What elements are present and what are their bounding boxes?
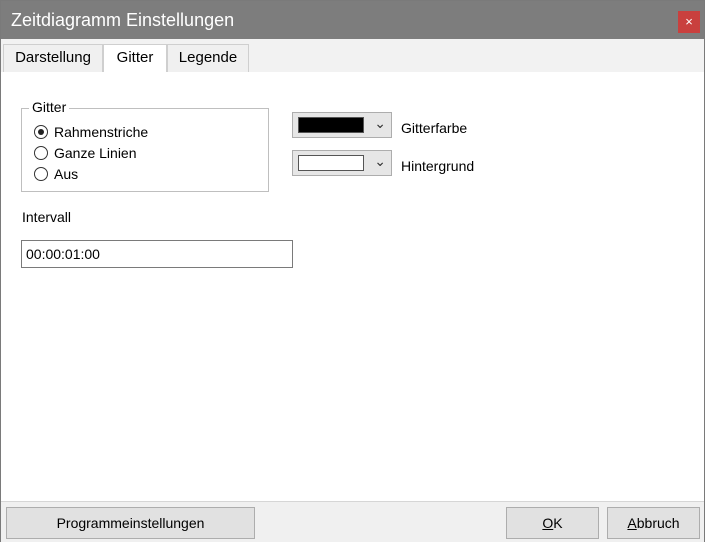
ok-label-rest: K (553, 515, 563, 531)
tab-strip: Darstellung Gitter Legende (1, 39, 704, 73)
interval-input[interactable]: 00:00:01:00 (21, 240, 293, 268)
title-bar: Zeitdiagramm Einstellungen × (1, 1, 704, 39)
dialog-footer: Programmeinstellungen OK Abbruch (1, 501, 704, 542)
radio-label: Aus (54, 166, 79, 182)
ok-button[interactable]: OK (506, 507, 599, 539)
radio-button[interactable] (34, 146, 48, 160)
grid-color-dropdown[interactable]: ⌄ (292, 112, 392, 138)
radio-aus[interactable]: Aus (34, 164, 78, 184)
grid-group-legend: Gitter (29, 99, 70, 115)
background-color-swatch (298, 155, 364, 171)
settings-dialog: Zeitdiagramm Einstellungen × Darstellung… (0, 0, 705, 542)
background-color-label: Hintergrund (401, 158, 475, 174)
grid-color-label: Gitterfarbe (401, 120, 468, 136)
program-settings-button[interactable]: Programmeinstellungen (6, 507, 255, 539)
grid-group: Gitter Rahmenstriche Ganze Linien Aus (21, 99, 269, 192)
radio-button[interactable] (34, 167, 48, 181)
tab-legende[interactable]: Legende (167, 44, 249, 72)
tab-gitter[interactable]: Gitter (103, 44, 167, 73)
chevron-down-icon: ⌄ (374, 115, 386, 131)
cancel-mnemonic: A (627, 515, 637, 531)
chevron-down-icon: ⌄ (374, 153, 386, 169)
radio-label: Rahmenstriche (54, 124, 149, 140)
interval-label: Intervall (22, 209, 72, 225)
radio-ganze-linien[interactable]: Ganze Linien (34, 143, 137, 163)
window-title: Zeitdiagramm Einstellungen (11, 10, 235, 30)
cancel-label-rest: bbruch (636, 515, 680, 531)
cancel-button[interactable]: Abbruch (607, 507, 700, 539)
ok-mnemonic: O (542, 515, 554, 531)
tab-darstellung[interactable]: Darstellung (3, 44, 103, 72)
grid-color-swatch (298, 117, 364, 133)
radio-button-checked[interactable] (34, 125, 48, 139)
background-color-dropdown[interactable]: ⌄ (292, 150, 392, 176)
close-button[interactable]: × (678, 11, 700, 33)
radio-label: Ganze Linien (54, 145, 137, 161)
radio-rahmenstriche[interactable]: Rahmenstriche (34, 122, 148, 142)
tab-panel-gitter: Gitter Rahmenstriche Ganze Linien Aus ⌄ … (1, 72, 704, 502)
close-icon: × (685, 14, 693, 29)
